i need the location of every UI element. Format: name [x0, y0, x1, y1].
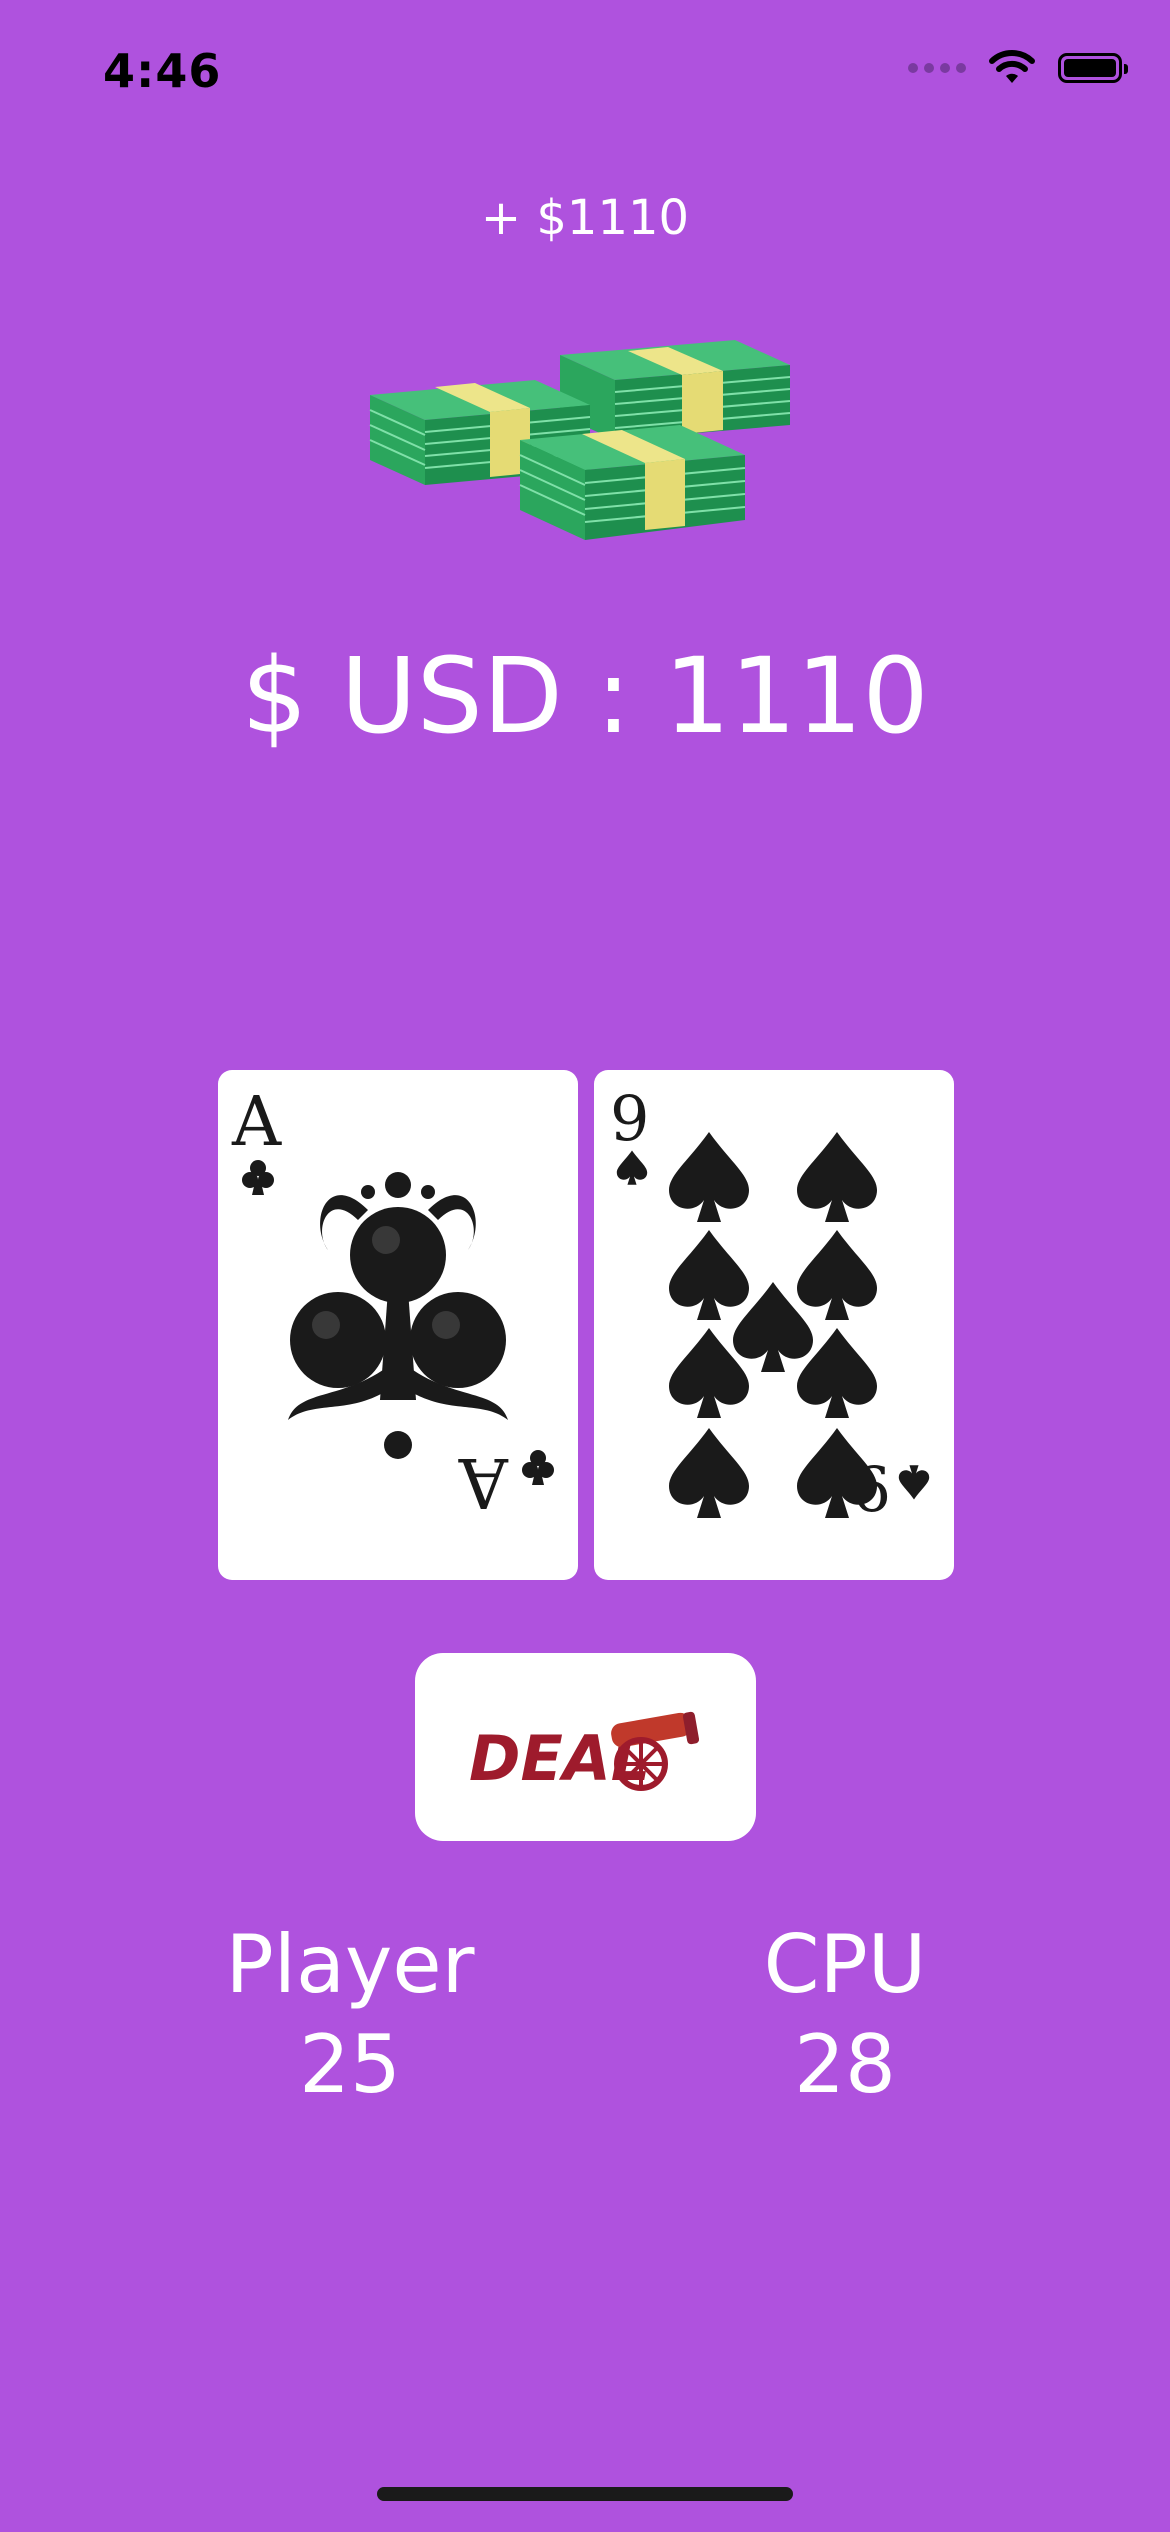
cpu-label: CPU [763, 1918, 927, 2011]
battery-icon [1058, 53, 1128, 83]
status-time: 4:46 [103, 44, 222, 98]
ace-of-clubs-icon: A A [231, 1083, 554, 1521]
player-score: Player 25 [150, 1915, 550, 2115]
deal-button[interactable]: DEAL [415, 1653, 756, 1841]
status-icons [908, 50, 1128, 86]
balance-display: $ USD : 1110 [241, 635, 929, 757]
cellular-signal-icon [908, 63, 966, 73]
cpu-score-value: 28 [794, 2018, 896, 2111]
money-stack-icon [369, 340, 791, 540]
svg-text:A: A [231, 1083, 282, 1162]
nine-of-spades-icon: 9 9 [610, 1082, 930, 1524]
wifi-icon [989, 50, 1035, 83]
player-score-value: 25 [299, 2018, 401, 2111]
player-label: Player [225, 1918, 475, 2011]
deal-logo: DEAL [469, 1711, 699, 1795]
player-card: A A [218, 1070, 578, 1580]
cpu-card: 9 9 [594, 1070, 954, 1580]
home-indicator[interactable] [377, 2487, 793, 2501]
cpu-score: CPU 28 [645, 1915, 1045, 2115]
svg-text:A: A [458, 1442, 509, 1521]
bonus-amount: + $1110 [480, 190, 690, 246]
svg-text:9: 9 [610, 1082, 649, 1155]
